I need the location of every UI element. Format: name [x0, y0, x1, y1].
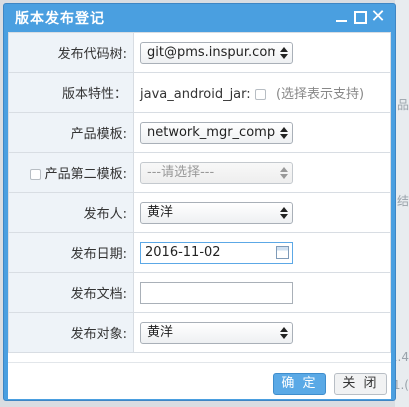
- dialog-title: 版本发布登记: [15, 11, 105, 27]
- target-label: 发布对象:: [8, 312, 134, 353]
- form-row-second-template: 产品第二模板: ---请选择---: [8, 152, 391, 193]
- close-icon[interactable]: ✕: [370, 8, 386, 26]
- template-label: 产品模板:: [8, 112, 134, 153]
- publisher-select[interactable]: 黄洋: [140, 201, 293, 224]
- ok-button[interactable]: 确 定: [273, 373, 326, 395]
- form-row-feature: 版本特性： java_android_jar: (选择表示支持): [8, 72, 391, 113]
- second-template-select[interactable]: ---请选择---: [140, 161, 293, 184]
- second-template-checkbox[interactable]: [29, 169, 41, 180]
- select-arrow-icon: [280, 126, 288, 140]
- maximize-icon[interactable]: [352, 9, 368, 25]
- date-value: 2016-11-02: [145, 244, 221, 260]
- dialog-titlebar[interactable]: 版本发布登记 ✕: [4, 4, 395, 32]
- close-button[interactable]: 关 闭: [334, 373, 387, 395]
- publisher-label: 发布人:: [8, 192, 134, 233]
- feature-hint: (选择表示支持): [275, 87, 365, 102]
- dialog-content: 发布代码树: git@pms.inspur.com:ne 版本特性： java_…: [8, 32, 391, 399]
- calendar-icon[interactable]: [276, 245, 289, 259]
- background-text: 品: [396, 98, 409, 112]
- select-arrow-icon: [280, 206, 288, 220]
- form-row-publisher: 发布人: 黄洋: [8, 192, 391, 233]
- select-arrow-icon: [280, 326, 288, 340]
- second-template-value: ---请选择---: [147, 164, 215, 180]
- background-text: 结: [396, 194, 409, 208]
- form-row-target: 发布对象: 黄洋: [8, 312, 391, 353]
- form-row-code-tree: 发布代码树: git@pms.inspur.com:ne: [8, 32, 391, 73]
- dialog-footer: 确 定 关 闭: [8, 362, 391, 399]
- java-android-jar-checkbox[interactable]: [254, 89, 266, 100]
- select-arrow-icon: [280, 46, 288, 60]
- release-dialog: 版本发布登记 ✕ 发布代码树: git@pms.inspur.com:ne 版本…: [3, 3, 396, 401]
- form-row-date: 发布日期: 2016-11-02: [8, 232, 391, 273]
- publisher-value: 黄洋: [147, 204, 174, 220]
- code-tree-select[interactable]: git@pms.inspur.com:ne: [140, 41, 293, 64]
- date-label: 发布日期:: [8, 232, 134, 273]
- form-row-doc: 发布文档:: [8, 272, 391, 313]
- release-form: 发布代码树: git@pms.inspur.com:ne 版本特性： java_…: [8, 32, 391, 353]
- code-tree-label: 发布代码树:: [8, 32, 134, 73]
- template-value: network_mgr_compile: [147, 124, 275, 140]
- select-arrow-icon: [280, 166, 288, 180]
- doc-label: 发布文档:: [8, 272, 134, 313]
- feature-label: 版本特性：: [8, 72, 134, 113]
- second-template-label: 产品第二模板:: [44, 167, 127, 182]
- minimize-icon[interactable]: [334, 9, 350, 25]
- doc-input[interactable]: [140, 281, 293, 304]
- code-tree-value: git@pms.inspur.com:ne: [147, 44, 275, 60]
- template-select[interactable]: network_mgr_compile: [140, 121, 293, 144]
- date-input[interactable]: 2016-11-02: [140, 241, 293, 264]
- target-value: 黄洋: [147, 324, 174, 340]
- form-row-template: 产品模板: network_mgr_compile: [8, 112, 391, 153]
- feature-option-label: java_android_jar:: [140, 87, 251, 102]
- target-select[interactable]: 黄洋: [140, 321, 293, 344]
